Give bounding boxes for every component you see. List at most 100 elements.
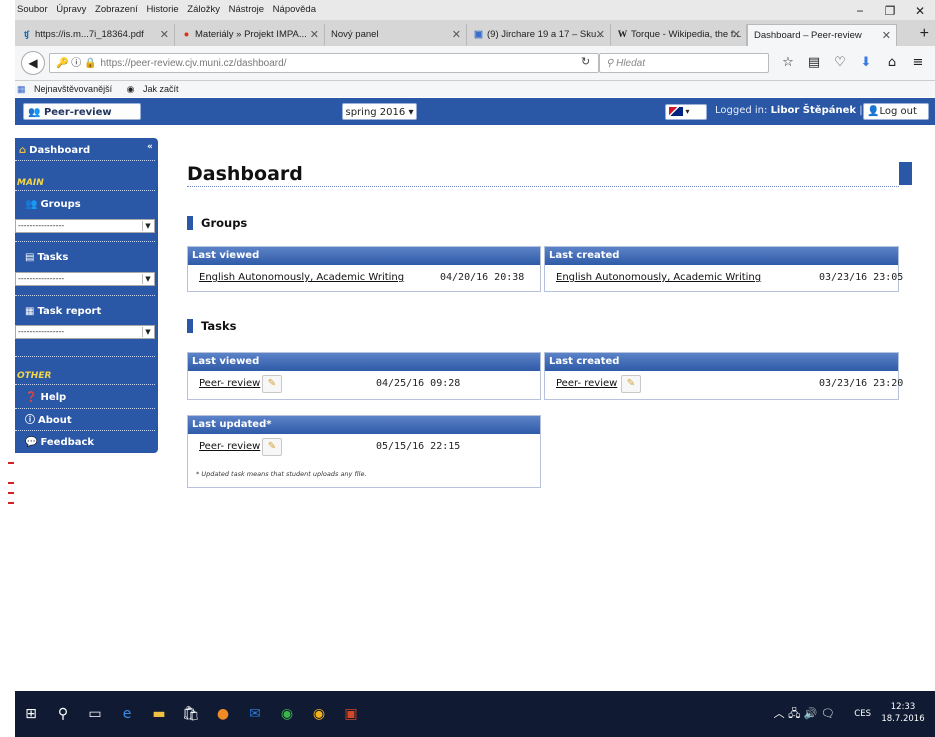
download-arrow-icon[interactable]: ⬇: [853, 54, 879, 72]
tab-new[interactable]: Nový panel ✕: [325, 24, 467, 46]
sidebar-item-groups[interactable]: 👥 Groups: [25, 198, 81, 212]
firefox-icon[interactable]: ●: [207, 691, 239, 737]
pencil-icon[interactable]: ✎: [262, 375, 282, 393]
viewed-date: 04/25/16 09:28: [376, 378, 461, 389]
task-report-select[interactable]: ---------------- ▼: [15, 325, 155, 339]
sidebar-item-feedback[interactable]: 💬 Feedback: [25, 436, 94, 450]
menu-zobrazeni[interactable]: Zobrazení: [95, 4, 138, 15]
menu-soubor[interactable]: Soubor: [17, 4, 48, 15]
hamburger-menu-icon[interactable]: ≡: [905, 54, 931, 72]
chevron-down-icon: ▼: [142, 327, 153, 337]
search-icon[interactable]: ⚲: [47, 691, 79, 737]
panel-header: Last created: [545, 353, 898, 371]
chrome-canary-icon[interactable]: ◉: [303, 691, 335, 737]
tab-impa[interactable]: ● Materiály » Projekt IMPA... ✕: [175, 24, 325, 46]
pocket-icon[interactable]: ♡: [827, 54, 853, 72]
is-favicon-icon: ʧ: [23, 29, 30, 40]
tab-label: Nový panel: [331, 29, 379, 40]
viewed-date: 04/20/16 20:38: [440, 272, 525, 283]
bookmarks-bar: ▦ Nejnavštěvovanější ◉ Jak začít: [15, 81, 935, 97]
store-icon[interactable]: 🛍: [175, 691, 207, 737]
minimize-button[interactable]: −: [845, 0, 875, 20]
bookmark-most-visited[interactable]: ▦ Nejnavštěvovanější: [17, 84, 118, 94]
title-divider: [187, 186, 899, 187]
reading-list-icon[interactable]: ▤: [801, 54, 827, 72]
file-explorer-icon[interactable]: ▬: [143, 691, 175, 737]
tab-pdf[interactable]: ʧ https://is.m...7i_18364.pdf ✕: [15, 24, 175, 46]
panel-header: Last created: [545, 247, 898, 265]
bookmark-getting-started[interactable]: ◉ Jak začít: [127, 84, 185, 94]
new-tab-plus-icon[interactable]: +: [920, 24, 929, 44]
semester-label: spring 2016: [345, 107, 406, 118]
star-icon[interactable]: ☆: [775, 54, 801, 72]
chevron-down-icon: ▼: [142, 221, 153, 231]
divider: [15, 295, 155, 296]
language-select[interactable]: ▾: [665, 104, 707, 120]
menu-historie[interactable]: Historie: [146, 4, 178, 15]
brand-label: Peer-review: [43, 107, 112, 118]
navigation-bar: ◀ 🔑 ⓘ 🔒 https://peer-review.cjv.muni.cz/d…: [15, 46, 935, 81]
volume-icon[interactable]: 🔊: [804, 707, 818, 720]
menu-upravy[interactable]: Úpravy: [56, 4, 86, 15]
menu-zalozky[interactable]: Záložky: [187, 4, 220, 15]
sidebar-item-task-report[interactable]: ▦ Task report: [25, 305, 101, 319]
sidebar-item-about[interactable]: ⓘ About: [25, 414, 72, 428]
task-link[interactable]: Peer- review: [199, 378, 260, 389]
logout-label: Log out: [879, 106, 917, 117]
tab-dashboard[interactable]: Dashboard – Peer-review ✕: [747, 24, 897, 46]
close-icon[interactable]: ✕: [596, 24, 605, 46]
back-arrow-icon[interactable]: ◀: [21, 51, 45, 75]
close-icon[interactable]: ✕: [732, 24, 741, 46]
tab-chat[interactable]: ▣ (9) Jirchare 19 a 17 – Sku... ✕: [467, 24, 611, 46]
group-link[interactable]: English Autonomously, Academic Writing: [199, 272, 404, 283]
powerpoint-icon[interactable]: ▣: [335, 691, 367, 737]
chrome-icon[interactable]: ◉: [271, 691, 303, 737]
folder-icon: ▦: [17, 84, 26, 94]
home-icon[interactable]: ⌂: [879, 54, 905, 72]
close-icon[interactable]: ✕: [452, 24, 461, 46]
notification-icon[interactable]: 🗨: [821, 707, 835, 720]
close-window-button[interactable]: ✕: [905, 0, 935, 20]
sidebar-item-tasks[interactable]: ▤ Tasks: [25, 251, 68, 265]
menu-napoveda[interactable]: Nápověda: [273, 4, 316, 15]
search-input[interactable]: ⚲ Hledat: [599, 53, 769, 73]
speech-bubble-icon: 💬: [25, 437, 38, 448]
menu-nastroje[interactable]: Nástroje: [229, 4, 264, 15]
language-indicator[interactable]: CES: [854, 691, 871, 737]
pencil-icon[interactable]: ✎: [262, 438, 282, 456]
app-header: 👥 Peer-review spring 2016 ▾ ▾ Logged in:…: [15, 98, 935, 125]
logout-button[interactable]: 👤Log out: [863, 103, 929, 120]
site-info-icon[interactable]: 🔑 ⓘ: [56, 58, 81, 69]
reload-icon[interactable]: ↻: [581, 55, 590, 68]
restore-button[interactable]: ❐: [875, 0, 905, 20]
sidebar-item-label: Dashboard: [29, 145, 91, 156]
task-link[interactable]: Peer- review: [556, 378, 617, 389]
url-bar[interactable]: 🔑 ⓘ 🔒 https://peer-review.cjv.muni.cz/das…: [49, 53, 599, 73]
title-marker: [899, 162, 912, 185]
chevron-down-icon: ▾: [408, 107, 414, 118]
clock[interactable]: 12:33 18.7.2016: [875, 701, 931, 725]
group-link[interactable]: English Autonomously, Academic Writing: [556, 272, 761, 283]
uk-flag-icon: [669, 107, 683, 116]
close-icon[interactable]: ✕: [310, 24, 319, 46]
tab-wikipedia[interactable]: W Torque - Wikipedia, the f... ✕: [611, 24, 747, 46]
groups-last-viewed-panel: Last viewed English Autonomously, Academ…: [187, 246, 541, 292]
select-value: ----------------: [18, 274, 65, 283]
brand-button[interactable]: 👥 Peer-review: [23, 103, 141, 120]
edge-browser-icon[interactable]: e: [111, 691, 143, 737]
close-icon[interactable]: ✕: [882, 25, 891, 46]
groups-select[interactable]: ---------------- ▼: [15, 219, 155, 233]
pencil-icon[interactable]: ✎: [621, 375, 641, 393]
tasks-select[interactable]: ---------------- ▼: [15, 272, 155, 286]
collapse-sidebar-button[interactable]: «: [147, 142, 153, 152]
semester-select[interactable]: spring 2016 ▾: [342, 103, 417, 120]
chevron-up-icon[interactable]: ︿: [774, 707, 785, 720]
sidebar-item-dashboard[interactable]: ⌂ Dashboard: [19, 144, 90, 158]
outlook-icon[interactable]: ✉: [239, 691, 271, 737]
sidebar-item-help[interactable]: ❓ Help: [25, 391, 66, 405]
network-icon[interactable]: 🖧: [788, 707, 800, 720]
task-view-icon[interactable]: ▭: [79, 691, 111, 737]
task-link[interactable]: Peer- review: [199, 441, 260, 452]
windows-start-icon[interactable]: ⊞: [15, 691, 47, 737]
close-icon[interactable]: ✕: [160, 24, 169, 46]
